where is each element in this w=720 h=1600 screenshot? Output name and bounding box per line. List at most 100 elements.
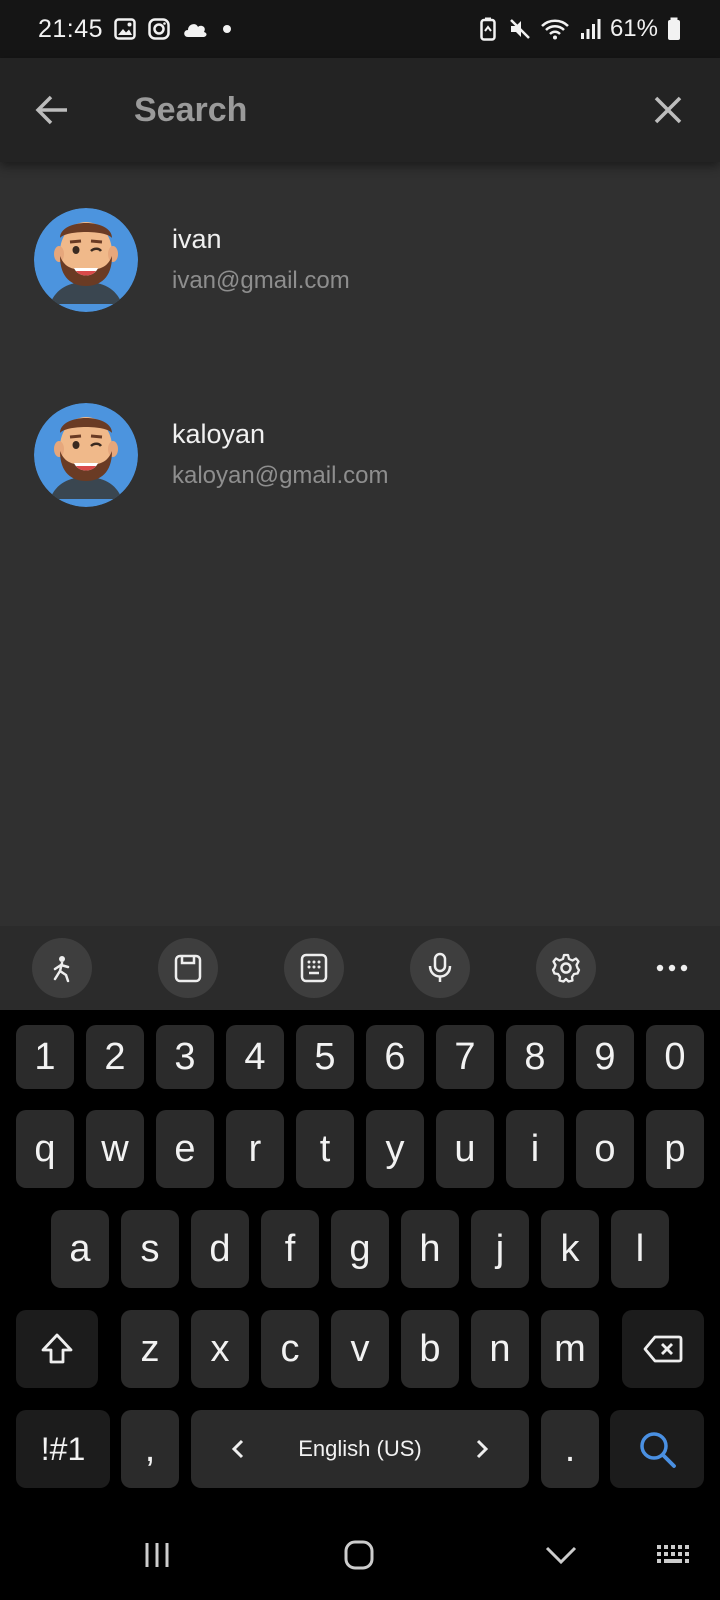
period-key[interactable]: . <box>541 1410 599 1488</box>
key-l[interactable]: l <box>611 1210 669 1288</box>
voice-input-button[interactable] <box>410 938 470 998</box>
list-item[interactable]: kaloyan kaloyan@gmail.com <box>0 357 720 552</box>
key-c[interactable]: c <box>261 1310 319 1388</box>
key-5[interactable]: 5 <box>296 1025 354 1089</box>
list-item[interactable]: ivan ivan@gmail.com <box>0 162 720 357</box>
key-t[interactable]: t <box>296 1110 354 1188</box>
home-button[interactable] <box>329 1528 389 1582</box>
status-left: 21:45 <box>38 15 235 44</box>
signal-icon <box>578 17 602 41</box>
key-w[interactable]: w <box>86 1110 144 1188</box>
search-app-bar <box>0 58 720 162</box>
shift-icon <box>41 1333 73 1364</box>
backspace-key[interactable] <box>622 1310 704 1388</box>
key-q[interactable]: q <box>16 1110 74 1188</box>
key-1[interactable]: 1 <box>16 1025 74 1089</box>
key-8[interactable]: 8 <box>506 1025 564 1089</box>
clipboard-button[interactable] <box>158 938 218 998</box>
hide-keyboard-button[interactable] <box>531 1528 591 1582</box>
shift-key[interactable] <box>16 1310 98 1388</box>
avatar <box>34 402 138 507</box>
keypad-button[interactable] <box>284 938 344 998</box>
key-y[interactable]: y <box>366 1110 424 1188</box>
sticker-button[interactable] <box>32 938 92 998</box>
key-2[interactable]: 2 <box>86 1025 144 1089</box>
key-u[interactable]: u <box>436 1110 494 1188</box>
back-button[interactable] <box>24 82 80 138</box>
search-icon <box>640 1432 676 1468</box>
keyboard-switch-button[interactable] <box>644 1528 704 1582</box>
key-o[interactable]: o <box>576 1110 634 1188</box>
status-time: 21:45 <box>38 14 104 43</box>
key-f[interactable]: f <box>261 1210 319 1288</box>
keypad-icon <box>300 953 328 983</box>
status-right: 61% <box>476 15 682 43</box>
contact-name: kaloyan <box>172 419 266 449</box>
key-3[interactable]: 3 <box>156 1025 214 1089</box>
key-4[interactable]: 4 <box>226 1025 284 1089</box>
home-icon <box>344 1540 374 1570</box>
cloud-icon <box>181 17 209 41</box>
contact-email: ivan@gmail.com <box>172 267 350 294</box>
key-a[interactable]: a <box>51 1210 109 1288</box>
key-b[interactable]: b <box>401 1310 459 1388</box>
space-bar[interactable]: English (US) <box>191 1410 529 1488</box>
gallery-icon <box>113 17 137 41</box>
close-icon <box>654 96 682 124</box>
key-z[interactable]: z <box>121 1310 179 1388</box>
keyboard-toolbar <box>0 926 720 1010</box>
back-chevron-icon <box>545 1546 577 1565</box>
keyboard: 1 2 3 4 5 6 7 8 9 0 q w e r t y u i o p … <box>0 1010 720 1510</box>
battery-icon <box>666 17 682 41</box>
key-9[interactable]: 9 <box>576 1025 634 1089</box>
key-e[interactable]: e <box>156 1110 214 1188</box>
key-7[interactable]: 7 <box>436 1025 494 1089</box>
chevron-left-icon <box>231 1439 244 1459</box>
comma-key[interactable]: , <box>121 1410 179 1488</box>
contact-email: kaloyan@gmail.com <box>172 462 389 489</box>
battery-percent: 61% <box>609 15 658 42</box>
key-v[interactable]: v <box>331 1310 389 1388</box>
key-g[interactable]: g <box>331 1210 389 1288</box>
clipboard-icon <box>174 954 202 983</box>
status-bar: 21:45 61% <box>0 0 720 58</box>
chevron-right-icon <box>476 1439 489 1459</box>
key-h[interactable]: h <box>401 1210 459 1288</box>
dot-icon <box>219 17 235 41</box>
key-j[interactable]: j <box>471 1210 529 1288</box>
battery-saver-icon <box>476 17 500 41</box>
result-text: ivan ivan@gmail.com <box>172 224 350 295</box>
recents-icon <box>145 1543 169 1567</box>
result-text: kaloyan kaloyan@gmail.com <box>172 419 388 490</box>
key-0[interactable]: 0 <box>646 1025 704 1089</box>
more-options-button[interactable] <box>652 946 692 990</box>
search-input[interactable] <box>134 90 640 130</box>
key-6[interactable]: 6 <box>366 1025 424 1089</box>
keyboard-icon <box>657 1545 689 1563</box>
settings-icon <box>551 953 581 983</box>
key-d[interactable]: d <box>191 1210 249 1288</box>
mute-icon <box>508 17 532 41</box>
key-m[interactable]: m <box>541 1310 599 1388</box>
key-i[interactable]: i <box>506 1110 564 1188</box>
key-n[interactable]: n <box>471 1310 529 1388</box>
system-nav-bar <box>0 1510 720 1600</box>
search-action-key[interactable] <box>610 1410 704 1488</box>
key-x[interactable]: x <box>191 1310 249 1388</box>
more-icon <box>656 964 688 972</box>
wifi-icon <box>540 17 570 41</box>
symbols-key[interactable]: !#1 <box>16 1410 110 1488</box>
key-s[interactable]: s <box>121 1210 179 1288</box>
key-k[interactable]: k <box>541 1210 599 1288</box>
key-r[interactable]: r <box>226 1110 284 1188</box>
clear-search-button[interactable] <box>640 82 696 138</box>
avatar <box>34 207 138 312</box>
language-label: English (US) <box>298 1436 422 1461</box>
arrow-left-icon <box>35 95 67 125</box>
contact-name: ivan <box>172 224 222 254</box>
keyboard-settings-button[interactable] <box>536 938 596 998</box>
recents-button[interactable] <box>127 1528 187 1582</box>
backspace-icon <box>643 1335 683 1363</box>
key-p[interactable]: p <box>646 1110 704 1188</box>
instagram-icon <box>147 17 171 41</box>
